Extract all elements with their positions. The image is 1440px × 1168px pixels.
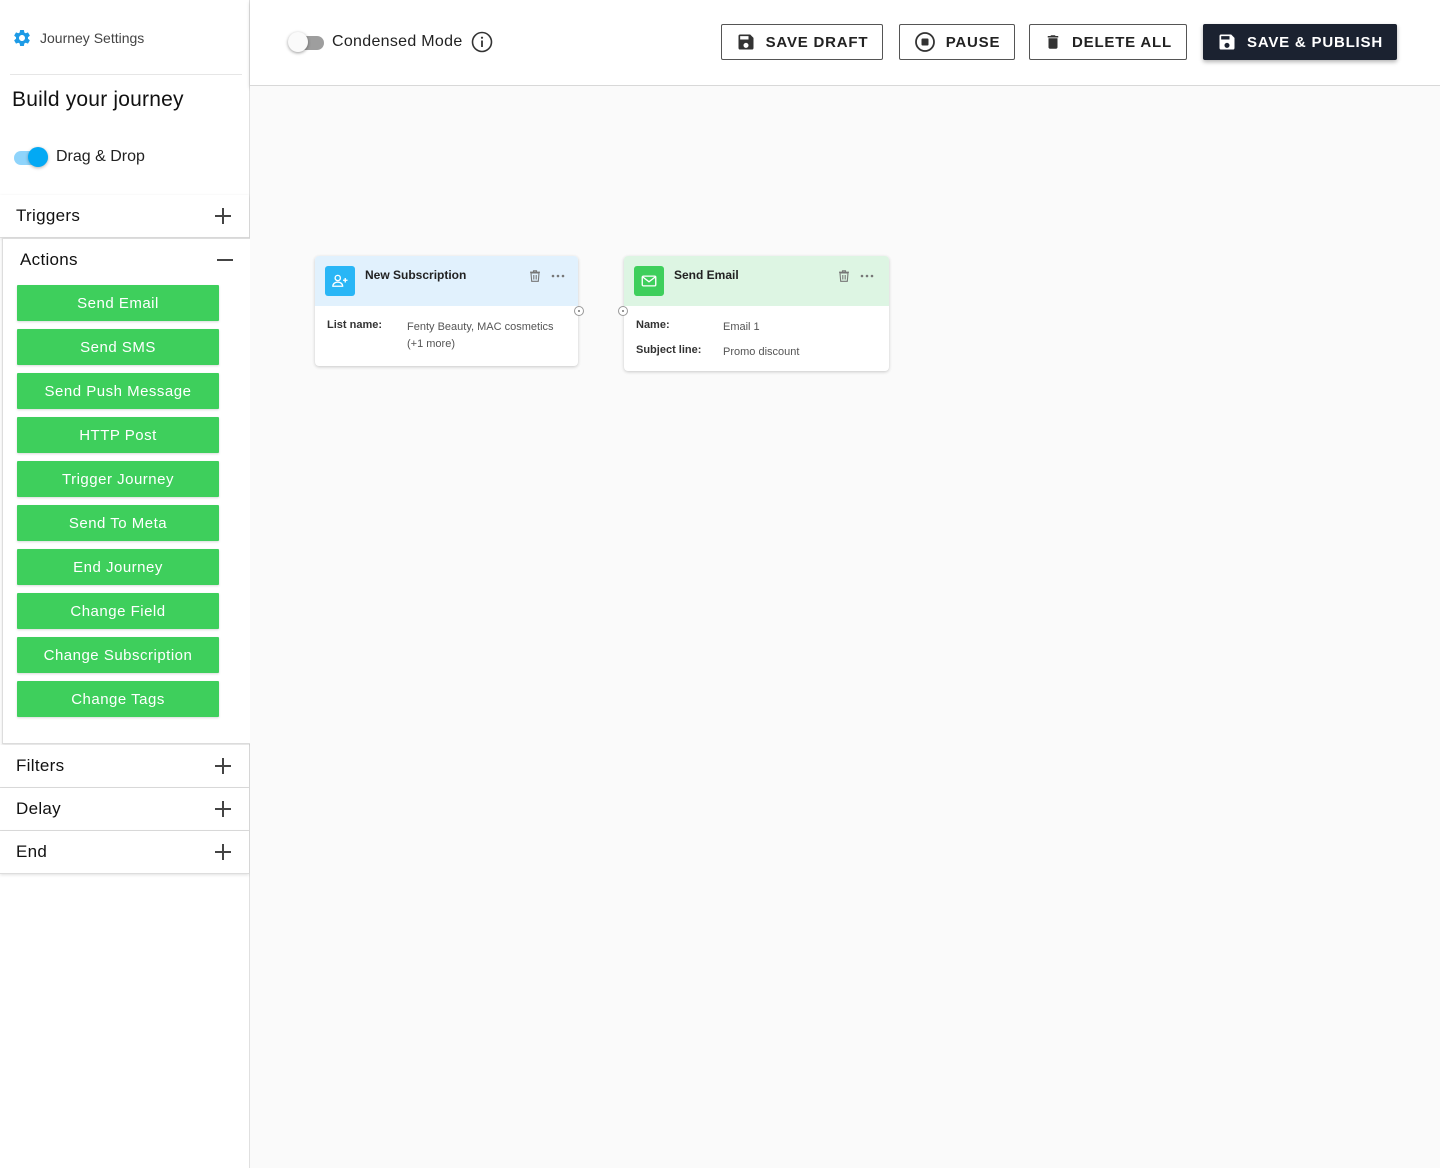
switch-thumb bbox=[288, 32, 308, 52]
save-draft-label: SAVE DRAFT bbox=[765, 33, 869, 51]
minus-icon bbox=[217, 252, 233, 268]
save-draft-button[interactable]: SAVE DRAFT bbox=[721, 24, 883, 60]
node-send-email[interactable]: Send Email Name: Email 1 Subject line: P… bbox=[618, 256, 889, 371]
accordion-delay-title: Delay bbox=[16, 799, 61, 818]
accordion-actions-title: Actions bbox=[20, 250, 78, 269]
node-header: Send Email bbox=[624, 256, 889, 306]
output-port[interactable] bbox=[574, 306, 584, 316]
field-label: List name: bbox=[327, 319, 383, 331]
node-new-subscription[interactable]: New Subscription List name: Fenty Beauty… bbox=[315, 256, 584, 366]
action-send-to-meta[interactable]: Send To Meta bbox=[17, 505, 219, 541]
divider bbox=[10, 74, 242, 75]
floppy-disk-icon bbox=[1217, 32, 1237, 52]
accordion-triggers: Triggers bbox=[0, 195, 249, 238]
node-field-row: Subject line: Promo discount bbox=[636, 344, 877, 361]
accordion-triggers-header[interactable]: Triggers bbox=[0, 195, 249, 237]
action-change-tags[interactable]: Change Tags bbox=[17, 681, 219, 717]
delete-all-button[interactable]: DELETE ALL bbox=[1029, 24, 1187, 60]
node-title: Send Email bbox=[674, 268, 739, 282]
save-publish-button[interactable]: SAVE & PUBLISH bbox=[1203, 24, 1397, 60]
node-body: Name: Email 1 Subject line: Promo discou… bbox=[624, 306, 889, 381]
accordion-actions-header[interactable]: Actions bbox=[3, 239, 251, 281]
accordion-actions: Actions Send Email Send SMS Send Push Me… bbox=[2, 238, 252, 744]
condensed-mode-switch[interactable] bbox=[288, 30, 324, 54]
action-send-email[interactable]: Send Email bbox=[17, 285, 219, 321]
page-title: Build your journey bbox=[12, 88, 184, 111]
mail-icon bbox=[634, 266, 664, 296]
action-change-field[interactable]: Change Field bbox=[17, 593, 219, 629]
gear-icon bbox=[12, 28, 32, 48]
trash-icon bbox=[1044, 32, 1062, 52]
accordion-end-header[interactable]: End bbox=[0, 831, 249, 873]
journey-canvas[interactable]: New Subscription List name: Fenty Beauty… bbox=[250, 86, 1440, 1168]
plus-icon bbox=[215, 801, 231, 817]
accordion-end: End bbox=[0, 831, 249, 874]
more-horizontal-icon[interactable] bbox=[859, 269, 875, 283]
sidebar: Journey Settings Build your journey Drag… bbox=[0, 0, 252, 1168]
pause-label: PAUSE bbox=[945, 33, 1001, 51]
accordion-filters-header[interactable]: Filters bbox=[0, 745, 249, 787]
stop-circle-icon bbox=[914, 31, 936, 53]
action-http-post[interactable]: HTTP Post bbox=[17, 417, 219, 453]
node-field-row: List name: Fenty Beauty, MAC cosmetics (… bbox=[327, 319, 566, 353]
switch-thumb bbox=[28, 147, 48, 167]
drag-drop-toggle-row: Drag & Drop bbox=[14, 146, 145, 168]
action-list: Send Email Send SMS Send Push Message HT… bbox=[3, 281, 251, 743]
accordion-delay-header[interactable]: Delay bbox=[0, 788, 249, 830]
toolbar: Condensed Mode SAVE DRAFT PAUSE DELETE A… bbox=[250, 0, 1440, 86]
drag-drop-label: Drag & Drop bbox=[56, 148, 145, 165]
condensed-mode-label: Condensed Mode bbox=[332, 33, 463, 50]
floppy-disk-icon bbox=[736, 32, 756, 52]
more-horizontal-icon[interactable] bbox=[550, 269, 566, 283]
accordion-end-title: End bbox=[16, 842, 48, 861]
condensed-mode-row: Condensed Mode bbox=[288, 30, 493, 54]
node-title: New Subscription bbox=[365, 268, 467, 282]
journey-settings-link[interactable]: Journey Settings bbox=[12, 28, 144, 48]
accordion-filters: Filters bbox=[0, 745, 249, 788]
accordion-delay: Delay bbox=[0, 788, 249, 831]
action-change-subscription[interactable]: Change Subscription bbox=[17, 637, 219, 673]
node-body: List name: Fenty Beauty, MAC cosmetics (… bbox=[315, 306, 578, 373]
field-value: Promo discount bbox=[723, 346, 800, 359]
save-publish-label: SAVE & PUBLISH bbox=[1247, 33, 1383, 51]
input-port[interactable] bbox=[618, 306, 628, 316]
accordion-filters-title: Filters bbox=[16, 756, 65, 775]
plus-icon bbox=[215, 758, 231, 774]
trash-icon[interactable] bbox=[837, 269, 851, 283]
field-value: Email 1 bbox=[723, 321, 760, 333]
action-send-sms[interactable]: Send SMS bbox=[17, 329, 219, 365]
field-label: Subject line: bbox=[636, 344, 702, 357]
delete-all-label: DELETE ALL bbox=[1072, 33, 1172, 51]
user-add-icon bbox=[325, 266, 355, 296]
field-value: Fenty Beauty, MAC cosmetics (+1 more) bbox=[407, 321, 554, 351]
drag-drop-switch[interactable] bbox=[14, 146, 48, 168]
info-icon[interactable] bbox=[471, 31, 493, 53]
node-header: New Subscription bbox=[315, 256, 578, 306]
plus-icon bbox=[215, 844, 231, 860]
trash-icon[interactable] bbox=[528, 269, 542, 283]
plus-icon bbox=[215, 208, 231, 224]
accordion-triggers-title: Triggers bbox=[16, 206, 81, 225]
action-send-push-message[interactable]: Send Push Message bbox=[17, 373, 219, 409]
field-label: Name: bbox=[636, 319, 670, 331]
node-field-row: Name: Email 1 bbox=[636, 319, 877, 336]
pause-button[interactable]: PAUSE bbox=[899, 24, 1015, 60]
journey-settings-label: Journey Settings bbox=[40, 30, 145, 46]
action-trigger-journey[interactable]: Trigger Journey bbox=[17, 461, 219, 497]
action-end-journey[interactable]: End Journey bbox=[17, 549, 219, 585]
